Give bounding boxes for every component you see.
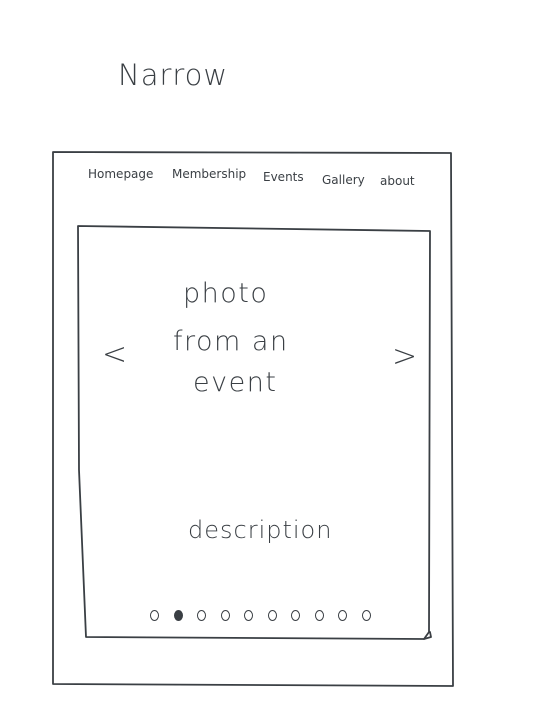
nav-item-gallery[interactable]: Gallery (322, 173, 365, 187)
pagination-dot[interactable] (221, 610, 230, 621)
slide-description: description (188, 516, 333, 544)
pagination-dot[interactable] (362, 610, 371, 621)
photo-placeholder-line: event (193, 367, 278, 398)
pagination-dot[interactable] (197, 610, 206, 621)
pagination-dot[interactable] (338, 610, 347, 621)
pagination-dot[interactable] (174, 610, 183, 621)
photo-placeholder-line: photo (183, 278, 269, 309)
nav-item-membership[interactable]: Membership (172, 167, 246, 181)
event-photo-carousel: < > photo from an event description (80, 226, 430, 636)
nav-item-events[interactable]: Events (263, 170, 304, 184)
page-title: Narrow (118, 58, 229, 92)
carousel-pagination (150, 610, 380, 624)
pagination-dot[interactable] (244, 610, 253, 621)
pagination-dot[interactable] (150, 610, 159, 621)
pagination-dot[interactable] (291, 610, 300, 621)
pagination-dot[interactable] (268, 610, 277, 621)
main-nav: Homepage Membership Events Gallery about (86, 167, 431, 193)
chevron-left-icon[interactable]: < (102, 340, 127, 370)
photo-placeholder-line: from an (173, 326, 289, 357)
pagination-dot[interactable] (315, 610, 324, 621)
nav-item-homepage[interactable]: Homepage (88, 167, 153, 181)
chevron-right-icon[interactable]: > (392, 342, 417, 372)
nav-item-about[interactable]: about (380, 174, 415, 188)
